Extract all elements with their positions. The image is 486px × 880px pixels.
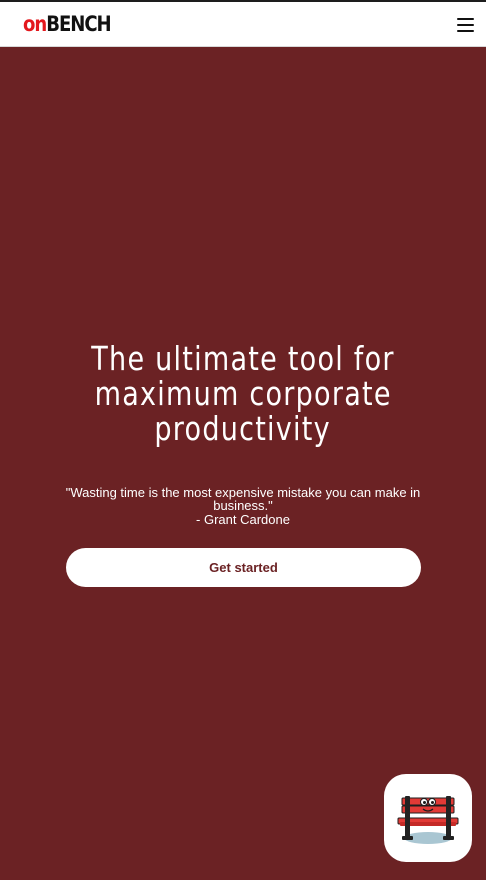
logo-suffix: BENCH [46, 12, 111, 36]
quote-author: - Grant Cardone [196, 512, 290, 527]
hero-title: The ultimate tool for maximum corporate … [0, 341, 486, 446]
hero-title-line-2: maximum corporate [94, 374, 392, 413]
top-navbar: onBENCH [0, 2, 486, 47]
hero-title-line-3: productivity [154, 409, 332, 448]
hero-title-line-1: The ultimate tool for [91, 339, 395, 378]
menu-bar-middle [457, 24, 474, 26]
menu-bar-bottom [457, 30, 474, 32]
menu-bar-top [457, 18, 474, 20]
logo-prefix: on [23, 12, 47, 36]
floating-app-button[interactable] [384, 774, 472, 862]
hamburger-menu-icon[interactable] [455, 15, 477, 35]
onbench-logo[interactable]: onBENCH [23, 12, 112, 36]
hero-quote: "Wasting time is the most expensive mist… [65, 485, 421, 513]
get-started-button[interactable]: Get started [66, 548, 421, 587]
bench-mascot-icon [397, 796, 459, 844]
